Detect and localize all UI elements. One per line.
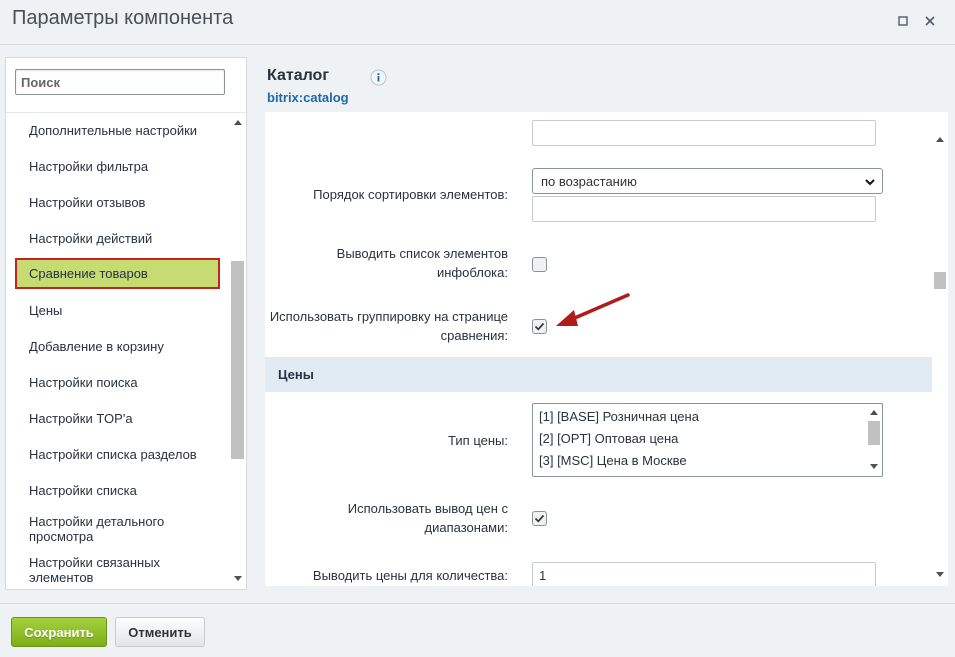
check-icon bbox=[534, 322, 545, 331]
scroll-down-icon[interactable] bbox=[936, 572, 944, 578]
price-type-option[interactable]: [1] [BASE] Розничная цена bbox=[539, 409, 699, 425]
info-icon[interactable] bbox=[370, 69, 387, 86]
prices-section-header: Цены bbox=[265, 357, 932, 392]
use-grouping-label: Использовать группировку на странице сра… bbox=[269, 309, 508, 343]
sidebar-item-actions[interactable]: Настройки действий bbox=[16, 231, 219, 246]
sidebar-item-basket[interactable]: Добавление в корзину bbox=[16, 339, 219, 354]
sidebar-list: Дополнительные настройки Настройки фильт… bbox=[6, 112, 230, 589]
price-type-label: Тип цены: bbox=[448, 433, 508, 448]
use-grouping-checkbox[interactable] bbox=[532, 319, 547, 334]
sidebar-item-sections[interactable]: Настройки списка разделов bbox=[16, 447, 219, 462]
sidebar-scrollbar[interactable] bbox=[230, 113, 245, 589]
settings-panel: Порядок сортировки элементов: по возраст… bbox=[265, 112, 948, 586]
component-name: Каталог bbox=[267, 67, 329, 84]
chevron-down-icon bbox=[865, 179, 875, 186]
show-list-checkbox[interactable] bbox=[532, 257, 547, 272]
settings-scroll-thumb[interactable] bbox=[934, 272, 946, 289]
show-list-label: Выводить список элементов инфоблока: bbox=[336, 246, 508, 280]
price-type-option[interactable]: [2] [OPT] Оптовая цена bbox=[539, 431, 678, 447]
sidebar-item-reviews[interactable]: Настройки отзывов bbox=[16, 195, 219, 210]
sidebar-item-detail[interactable]: Настройки детального просмотра bbox=[16, 514, 219, 544]
scroll-down-icon[interactable] bbox=[870, 464, 878, 470]
prices-section-title: Цены bbox=[278, 367, 314, 382]
settings-content: Порядок сортировки элементов: по возраст… bbox=[265, 112, 932, 586]
use-ranges-checkbox[interactable] bbox=[532, 511, 547, 526]
sidebar-item-filter[interactable]: Настройки фильтра bbox=[16, 159, 219, 174]
sidebar-item-compare[interactable]: Сравнение товаров bbox=[15, 258, 220, 289]
sidebar-item-prices[interactable]: Цены bbox=[16, 303, 219, 318]
use-ranges-label: Использовать вывод цен с диапазонами: bbox=[347, 501, 508, 535]
sort-order-select[interactable]: по возрастанию bbox=[532, 168, 883, 194]
price-type-scrollbar[interactable] bbox=[866, 404, 882, 476]
price-qty-input[interactable] bbox=[532, 562, 876, 586]
sidebar-item-related[interactable]: Настройки связанных элементов bbox=[16, 555, 219, 585]
sidebar-item-search[interactable]: Настройки поиска bbox=[16, 375, 219, 390]
price-type-multiselect[interactable]: [1] [BASE] Розничная цена [2] [OPT] Опто… bbox=[532, 403, 883, 477]
price-type-scroll-thumb[interactable] bbox=[868, 421, 880, 445]
price-type-option[interactable]: [3] [MSC] Цена в Москве bbox=[539, 453, 687, 469]
scroll-down-icon[interactable] bbox=[234, 576, 242, 582]
scroll-up-icon[interactable] bbox=[936, 136, 944, 142]
search-input[interactable] bbox=[15, 69, 225, 95]
sort-order-value: по возрастанию bbox=[541, 174, 637, 189]
price-qty-label: Выводить цены для количества: bbox=[312, 568, 508, 583]
sidebar-scroll-thumb[interactable] bbox=[231, 261, 244, 459]
maximize-icon[interactable] bbox=[895, 13, 911, 29]
sidebar: Дополнительные настройки Настройки фильт… bbox=[5, 57, 247, 590]
window-title: Параметры компонента bbox=[12, 7, 234, 29]
scroll-up-icon[interactable] bbox=[234, 119, 242, 125]
cancel-button[interactable]: Отменить bbox=[115, 617, 205, 647]
title-bar: Параметры компонента bbox=[0, 0, 955, 45]
sidebar-item-list[interactable]: Настройки списка bbox=[16, 483, 219, 498]
footer-divider bbox=[0, 603, 955, 604]
scroll-up-icon[interactable] bbox=[870, 409, 878, 415]
sort-order-custom-input[interactable] bbox=[532, 196, 876, 222]
save-button[interactable]: Сохранить bbox=[11, 617, 107, 647]
settings-scrollbar[interactable] bbox=[932, 112, 948, 586]
sidebar-item-additional[interactable]: Дополнительные настройки bbox=[16, 123, 219, 138]
previous-field-input[interactable] bbox=[532, 120, 876, 146]
check-icon bbox=[534, 514, 545, 523]
annotation-arrow-icon bbox=[556, 293, 630, 326]
close-icon[interactable] bbox=[922, 13, 938, 29]
sidebar-item-top[interactable]: Настройки TOP'а bbox=[16, 411, 219, 426]
component-code: bitrix:catalog bbox=[267, 90, 349, 105]
sort-order-label: Порядок сортировки элементов: bbox=[313, 187, 508, 202]
